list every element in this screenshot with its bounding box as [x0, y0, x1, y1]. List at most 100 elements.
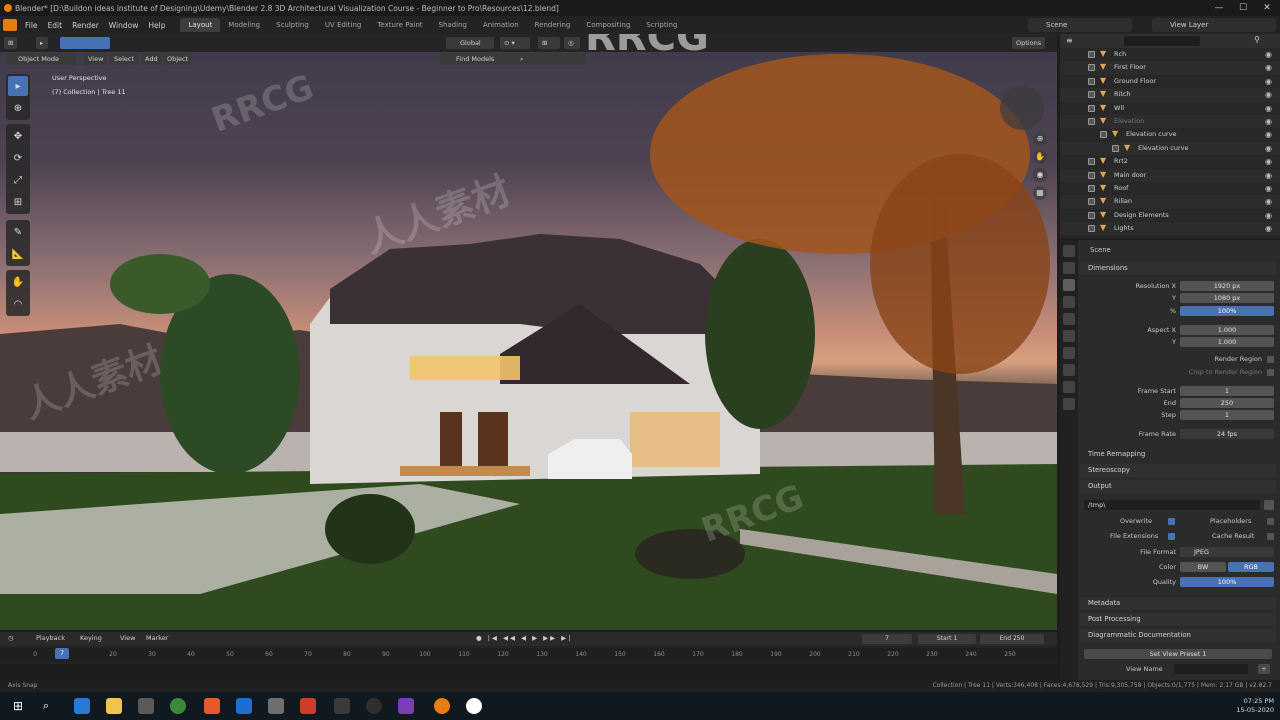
menu-window[interactable]: Window [104, 21, 144, 30]
workspace-tab-texture-paint[interactable]: Texture Paint [369, 18, 430, 32]
menu-edit[interactable]: Edit [43, 21, 68, 30]
filter-icon[interactable]: ⚲ [1254, 35, 1260, 44]
folder-icon[interactable] [1264, 500, 1274, 510]
minimize-button[interactable]: — [1208, 0, 1230, 16]
options-menu[interactable]: Options [1012, 37, 1046, 49]
app-icon-2[interactable] [204, 698, 220, 714]
visibility-eye-icon[interactable]: ◉ [1265, 48, 1272, 61]
cache-result-checkbox[interactable] [1267, 533, 1274, 540]
rotate-tool-icon[interactable]: ⟳ [8, 148, 28, 168]
ortho-grid-icon[interactable]: ▦ [1033, 186, 1047, 200]
exclude-checkbox[interactable] [1088, 91, 1095, 99]
viewport-menu-object[interactable]: Object [163, 53, 193, 65]
section-archimesh-docs[interactable]: Diagrammatic Documentation [1080, 629, 1276, 642]
cursor-tool-icon[interactable]: ⊕ [8, 98, 28, 118]
outliner-row[interactable]: ▼ Roof ◉ [1060, 182, 1280, 195]
exclude-checkbox[interactable] [1112, 144, 1119, 152]
timeline-ruler[interactable]: 0 20 30 40 50 60 70 80 90 100 110 120 130 140 150 160 17… [0, 648, 1057, 662]
workspace-tab-animation[interactable]: Animation [475, 18, 527, 32]
add-view-button[interactable]: + [1258, 664, 1270, 674]
current-frame-field[interactable]: 7 [862, 634, 912, 644]
curve-tool-icon[interactable]: ◠ [8, 294, 28, 314]
snap-toggle[interactable]: ⊞ [538, 37, 560, 49]
placeholders-checkbox[interactable] [1267, 518, 1274, 525]
view-layer-tab-icon[interactable] [1063, 296, 1075, 308]
timeline-menu-view[interactable]: View [120, 634, 135, 642]
color-rgb-button[interactable]: RGB [1228, 562, 1274, 572]
blender-menu-icon[interactable] [3, 19, 17, 31]
visibility-eye-icon[interactable]: ◉ [1265, 102, 1272, 115]
scene-selector[interactable]: Scene [1028, 18, 1132, 32]
close-button[interactable]: ✕ [1256, 0, 1278, 16]
timeline-menu-playback[interactable]: Playback [36, 634, 65, 642]
app-icon-7[interactable] [366, 698, 382, 714]
pan-hand-icon[interactable]: ✋ [1033, 150, 1047, 164]
set-view-preset-button[interactable]: Set View Preset 1 [1084, 649, 1272, 659]
workspace-tab-shading[interactable]: Shading [431, 18, 475, 32]
timeline-keyframe-area[interactable] [0, 664, 1057, 680]
store-icon[interactable] [74, 698, 90, 714]
timeline-playhead[interactable]: 7 [55, 648, 69, 659]
output-tab-icon[interactable] [1063, 279, 1075, 291]
grab-tool-icon[interactable]: ✋ [8, 272, 28, 292]
visibility-eye-icon[interactable]: ◉ [1265, 182, 1272, 195]
timeline-menu-marker[interactable]: Marker [146, 634, 168, 642]
visibility-eye-icon[interactable]: ◉ [1265, 142, 1272, 155]
scale-tool-icon[interactable]: ⤢ [8, 170, 28, 190]
find-models-search[interactable]: ⌕ [516, 53, 586, 65]
exclude-checkbox[interactable] [1088, 225, 1095, 233]
visibility-eye-icon[interactable]: ◉ [1265, 61, 1272, 74]
aspect-y-field[interactable]: 1.000 [1180, 337, 1274, 347]
chrome-icon[interactable] [170, 698, 186, 714]
workspace-tab-scripting[interactable]: Scripting [638, 18, 685, 32]
output-path-field[interactable]: /tmp\ [1084, 500, 1260, 510]
visibility-eye-icon[interactable]: ◉ [1265, 209, 1272, 222]
resolution-x-field[interactable]: 1920 px [1180, 281, 1274, 291]
menu-render[interactable]: Render [67, 21, 104, 30]
exclude-checkbox[interactable] [1088, 158, 1095, 166]
app-icon-4[interactable] [268, 698, 284, 714]
viewport-menu-add[interactable]: Add [141, 53, 162, 65]
section-metadata[interactable]: Metadata [1080, 597, 1276, 610]
frame-end-field[interactable]: 250 [1180, 398, 1274, 408]
object-tab-icon[interactable] [1063, 347, 1075, 359]
timeline-menu-keying[interactable]: Keying [80, 634, 102, 642]
render-tab-icon[interactable] [1063, 262, 1075, 274]
file-explorer-icon[interactable] [106, 698, 122, 714]
section-post-processing[interactable]: Post Processing [1080, 613, 1276, 626]
exclude-checkbox[interactable] [1088, 184, 1095, 192]
visibility-eye-icon[interactable]: ◉ [1265, 222, 1272, 235]
exclude-checkbox[interactable] [1088, 117, 1095, 125]
select-mode-buttons[interactable] [60, 37, 110, 49]
viewport-menu-select[interactable]: Select [110, 53, 139, 65]
outliner-row[interactable]: ▼ Elevation curve ◉ [1060, 141, 1280, 156]
app-icon-6[interactable] [334, 698, 350, 714]
zoom-icon[interactable]: ⊕ [1033, 132, 1047, 146]
app-icon-1[interactable] [138, 698, 154, 714]
3d-viewport[interactable]: ⊞ ▸ Global ⊙ ▾ ⊞ ◎ Options Object Mode V… [0, 34, 1057, 630]
start-frame-field[interactable]: Start 1 [918, 634, 976, 644]
outliner-row[interactable]: ▼ Lights ◉ [1060, 222, 1280, 236]
app-icon-5[interactable] [300, 698, 316, 714]
outliner-row[interactable]: ▼ Elevation ◉ [1060, 114, 1280, 129]
world-tab-icon[interactable] [1063, 330, 1075, 342]
workspace-tab-compositing[interactable]: Compositing [578, 18, 638, 32]
navigation-gizmo[interactable] [1000, 86, 1044, 130]
menu-help[interactable]: Help [143, 21, 170, 30]
workspace-tab-layout[interactable]: Layout [180, 18, 221, 32]
outliner-row[interactable]: ▼ First Floor ◉ [1060, 61, 1280, 75]
color-bw-button[interactable]: BW [1180, 562, 1226, 572]
exclude-checkbox[interactable] [1088, 64, 1095, 72]
outliner-search-input[interactable] [1124, 36, 1200, 46]
viewport-menu-view[interactable]: View [84, 53, 108, 65]
exclude-checkbox[interactable] [1088, 171, 1095, 179]
section-output[interactable]: Output [1080, 480, 1276, 493]
outliner-row[interactable]: ▼ Design Elements ◉ [1060, 209, 1280, 222]
outliner-row[interactable]: ▼ Rrt2 ◉ [1060, 155, 1280, 168]
blender-taskbar-icon[interactable] [434, 698, 450, 714]
editor-type-icon[interactable]: ⊞ [4, 37, 18, 49]
overwrite-checkbox[interactable] [1168, 518, 1175, 525]
timeline-editor-icon[interactable]: ◷ [8, 634, 14, 642]
visibility-eye-icon[interactable]: ◉ [1265, 88, 1272, 101]
outliner-row[interactable]: ▼ Wll ◉ [1060, 102, 1280, 115]
